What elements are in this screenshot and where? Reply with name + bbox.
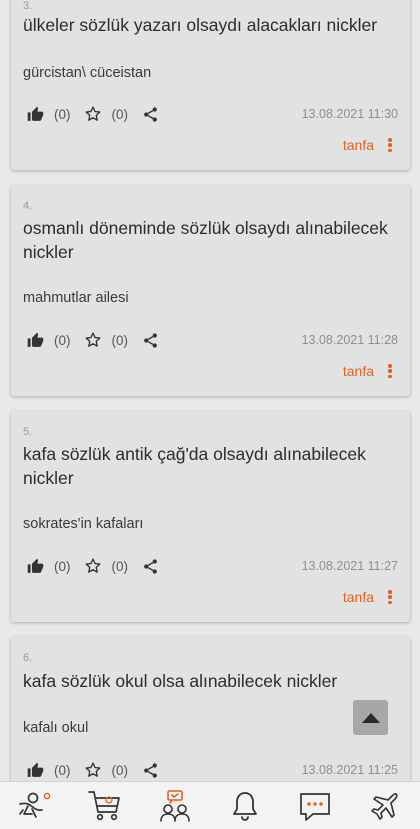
entry-text: kafalı okul — [23, 720, 89, 736]
thumbs-up-icon[interactable] — [25, 104, 45, 124]
star-icon[interactable] — [83, 330, 103, 350]
bottom-nav — [0, 781, 420, 829]
like-count: (0) — [54, 558, 71, 574]
cart-icon — [88, 790, 120, 820]
nav-notifications-button[interactable] — [223, 784, 267, 828]
like-count: (0) — [54, 106, 71, 122]
author-row: tanfa — [343, 137, 396, 153]
share-icon[interactable] — [140, 330, 160, 350]
favorite-count: (0) — [111, 106, 129, 122]
entry-text: gürcistan\ cüceistan — [23, 65, 152, 81]
topic-title[interactable]: osmanlı döneminde sözlük olsaydı alınabi… — [23, 216, 396, 264]
author-row: tanfa — [343, 363, 396, 379]
star-icon[interactable] — [83, 760, 103, 780]
nav-users-button[interactable] — [153, 784, 197, 828]
users-icon — [160, 789, 190, 822]
thumbs-up-icon[interactable] — [25, 556, 45, 576]
favorite-count: (0) — [111, 558, 129, 574]
kebab-menu-icon[interactable] — [384, 363, 396, 379]
author-link[interactable]: tanfa — [343, 589, 374, 605]
caret-up-icon — [361, 712, 380, 723]
thumbs-up-icon[interactable] — [25, 760, 45, 780]
topic-title[interactable]: kafa sözlük okul olsa alınabilecek nickl… — [23, 669, 396, 693]
entry-number: 3. — [23, 0, 33, 12]
topic-title[interactable]: kafa sözlük antik çağ'da olsaydı alınabi… — [23, 442, 396, 490]
nav-cart-button[interactable] — [83, 784, 127, 828]
entry-actions: (0) (0) 13.08.2021 11:25 — [25, 759, 398, 781]
entry-card: 3. ülkeler sözlük yazarı olsaydı alacakl… — [11, 0, 410, 170]
star-icon[interactable] — [83, 556, 103, 576]
runner-icon — [19, 792, 51, 818]
share-icon[interactable] — [140, 556, 160, 576]
entry-date: 13.08.2021 11:27 — [301, 559, 398, 573]
entry-actions: (0) (0) 13.08.2021 11:27 — [25, 555, 398, 577]
nav-messages-button[interactable] — [293, 784, 337, 828]
nav-travel-button[interactable] — [363, 784, 407, 828]
star-icon[interactable] — [83, 104, 103, 124]
entry-date: 13.08.2021 11:28 — [301, 333, 398, 347]
like-count: (0) — [54, 332, 71, 348]
entry-card: 6. kafa sözlük okul olsa alınabilecek ni… — [11, 637, 410, 781]
entry-date: 13.08.2021 11:30 — [301, 107, 398, 121]
author-row: tanfa — [343, 589, 396, 605]
author-link[interactable]: tanfa — [343, 363, 374, 379]
bell-icon — [233, 791, 257, 821]
entry-date: 13.08.2021 11:25 — [301, 763, 398, 777]
entry-text: sokrates'in kafaları — [23, 516, 144, 532]
entry-feed[interactable]: 3. ülkeler sözlük yazarı olsaydı alacakl… — [0, 0, 420, 781]
favorite-count: (0) — [111, 332, 129, 348]
topic-title[interactable]: ülkeler sözlük yazarı olsaydı alacakları… — [23, 13, 396, 37]
entry-card: 4. osmanlı döneminde sözlük olsaydı alın… — [11, 185, 410, 396]
entry-actions: (0) (0) 13.08.2021 11:28 — [25, 329, 398, 351]
entry-card: 5. kafa sözlük antik çağ'da olsaydı alın… — [11, 411, 410, 622]
kebab-menu-icon[interactable] — [384, 137, 396, 153]
thumbs-up-icon[interactable] — [25, 330, 45, 350]
airplane-icon — [371, 792, 398, 820]
entry-number: 4. — [23, 200, 33, 212]
like-count: (0) — [54, 762, 71, 778]
share-icon[interactable] — [140, 104, 160, 124]
entry-number: 6. — [23, 652, 33, 664]
entry-text: mahmutlar ailesi — [23, 290, 129, 306]
chat-icon — [300, 792, 330, 821]
share-icon[interactable] — [140, 760, 160, 780]
author-link[interactable]: tanfa — [343, 137, 374, 153]
favorite-count: (0) — [111, 762, 129, 778]
nav-runner-button[interactable] — [13, 784, 57, 828]
entry-number: 5. — [23, 426, 33, 438]
entry-actions: (0) (0) 13.08.2021 11:30 — [25, 103, 398, 125]
kebab-menu-icon[interactable] — [384, 589, 396, 605]
scroll-to-top-button[interactable] — [353, 700, 388, 735]
